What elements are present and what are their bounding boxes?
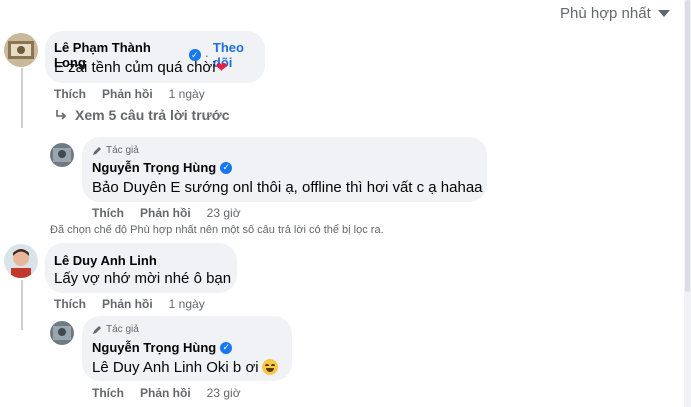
reply-actions: Thích Phản hồi 23 giờ: [92, 386, 241, 400]
filter-note: Đã chọn chế độ Phù hợp nhất nên một số c…: [50, 224, 384, 236]
thread-line: [21, 280, 23, 330]
pencil-icon: [93, 325, 101, 334]
like-button[interactable]: Thích: [54, 87, 86, 101]
comment-text: E zai tềnh củm quá chời: [54, 59, 216, 76]
avatar-image: [4, 33, 38, 67]
pencil-icon: [93, 146, 101, 155]
author-tag: Tác giả: [106, 324, 139, 335]
verified-badge-icon: ✓: [220, 161, 233, 174]
reply-button[interactable]: Phản hồi: [102, 87, 153, 101]
sort-dropdown[interactable]: Phù hợp nhất: [560, 5, 670, 22]
reply-time[interactable]: 23 giờ: [207, 206, 241, 220]
reply-button[interactable]: Phản hồi: [102, 297, 153, 311]
comment-author[interactable]: Lê Duy Anh Linh: [54, 253, 157, 268]
scrollbar-thumb[interactable]: [685, 0, 690, 292]
comment-actions: Thích Phản hồi 1 ngày: [54, 87, 205, 101]
comment-time[interactable]: 1 ngày: [169, 87, 205, 101]
comment-bubble: Lê Duy Anh Linh Lấy vợ nhớ mời nhé ô bạn: [45, 243, 237, 293]
avatar-image: [50, 321, 74, 345]
like-button[interactable]: Thích: [92, 206, 124, 220]
avatar[interactable]: [50, 321, 74, 345]
reply-text: E sướng onl thôi ạ, offline thì hơi vất …: [166, 179, 483, 196]
view-more-label: Xem 5 câu trả lời trước: [75, 107, 230, 123]
author-tag: Tác giả: [106, 145, 139, 156]
thread-line: [21, 68, 23, 128]
like-button[interactable]: Thích: [92, 386, 124, 400]
comment-text: Lấy vợ nhớ mời nhé ô bạn: [54, 270, 232, 287]
mention-link[interactable]: Lê Duy Anh Linh: [92, 359, 202, 376]
avatar-image: [50, 143, 74, 167]
grinning-face-icon: [261, 359, 278, 375]
reply-arrow-icon: [56, 110, 67, 120]
avatar[interactable]: [4, 244, 38, 278]
reply-button[interactable]: Phản hồi: [140, 206, 191, 220]
avatar[interactable]: [4, 33, 38, 67]
avatar-image: [4, 244, 38, 278]
like-button[interactable]: Thích: [54, 297, 86, 311]
reply-time[interactable]: 23 giờ: [207, 386, 241, 400]
reply-button[interactable]: Phản hồi: [140, 386, 191, 400]
reply-text: Oki b ơi: [202, 359, 259, 376]
reply-bubble: Tác giả Nguyễn Trọng Hùng ✓ Bảo Duyên E …: [82, 137, 487, 202]
comment-bubble: Lê Phạm Thành Long ✓ · Theo dõi E zai tề…: [45, 31, 265, 83]
heart-icon: ❤: [215, 59, 228, 75]
sort-label: Phù hợp nhất: [560, 5, 651, 22]
reply-actions: Thích Phản hồi 23 giờ: [92, 206, 241, 220]
mention-link[interactable]: Bảo Duyên: [92, 179, 166, 196]
reply-author[interactable]: Nguyễn Trọng Hùng: [92, 340, 216, 355]
reply-author[interactable]: Nguyễn Trọng Hùng: [92, 160, 216, 175]
verified-badge-icon: ✓: [220, 341, 233, 354]
reply-bubble: Tác giả Nguyễn Trọng Hùng ✓ Lê Duy Anh L…: [82, 316, 292, 381]
avatar[interactable]: [50, 143, 74, 167]
view-more-replies[interactable]: Xem 5 câu trả lời trước: [55, 107, 230, 123]
comment-time[interactable]: 1 ngày: [169, 297, 205, 311]
comment-actions: Thích Phản hồi 1 ngày: [54, 297, 205, 311]
caret-down-icon: [657, 10, 670, 17]
